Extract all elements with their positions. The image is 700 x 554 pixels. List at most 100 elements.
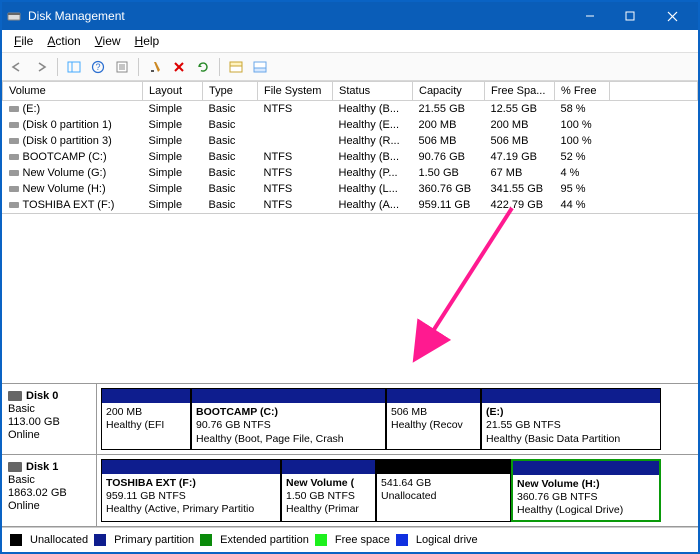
cell-volume: (Disk 0 partition 1) <box>3 117 143 133</box>
col-filesystem[interactable]: File System <box>258 82 333 101</box>
disk1-size: 1863.02 GB <box>8 487 90 499</box>
volume-icon <box>9 122 19 128</box>
partition-size: 959.11 GB NTFS <box>106 490 186 502</box>
col-layout[interactable]: Layout <box>143 82 203 101</box>
back-button[interactable] <box>6 57 28 77</box>
list-top-button[interactable] <box>225 57 247 77</box>
cell-layout: Simple <box>143 197 203 213</box>
disk-icon <box>8 391 22 401</box>
toolbar-separator <box>57 58 58 76</box>
partition-block[interactable]: BOOTCAMP (C:)90.76 GB NTFSHealthy (Boot,… <box>191 388 386 449</box>
volume-icon <box>9 170 19 176</box>
partition-status: Healthy (Boot, Page File, Crash <box>196 433 344 445</box>
partition-header <box>192 389 385 403</box>
cell-status: Healthy (B... <box>333 101 413 118</box>
partition-size: 90.76 GB NTFS <box>196 419 271 431</box>
menu-view[interactable]: View <box>89 32 127 50</box>
legend-free: Free space <box>335 534 390 546</box>
settings-button[interactable] <box>144 57 166 77</box>
volume-row[interactable]: New Volume (G:)SimpleBasicNTFSHealthy (P… <box>3 165 698 181</box>
disk0-label[interactable]: Disk 0 Basic 113.00 GB Online <box>2 384 97 453</box>
partition-block[interactable]: (E:)21.55 GB NTFSHealthy (Basic Data Par… <box>481 388 661 449</box>
partition-title: (E:) <box>486 406 504 418</box>
partition-status: Healthy (Active, Primary Partitio <box>106 503 254 515</box>
volume-row[interactable]: New Volume (H:)SimpleBasicNTFSHealthy (L… <box>3 181 698 197</box>
disk1-panel: Disk 1 Basic 1863.02 GB Online TOSHIBA E… <box>2 454 698 527</box>
show-hide-tree-button[interactable] <box>63 57 85 77</box>
cell-type: Basic <box>203 117 258 133</box>
swatch-primary <box>94 534 106 546</box>
cell-capacity: 506 MB <box>413 133 485 149</box>
partition-title: New Volume ( <box>286 477 354 489</box>
col-status[interactable]: Status <box>333 82 413 101</box>
partition-block[interactable]: 200 MBHealthy (EFI <box>101 388 191 449</box>
cell-volume: (E:) <box>3 101 143 118</box>
cell-fs <box>258 117 333 133</box>
partition-body: New Volume (H:)360.76 GB NTFSHealthy (Lo… <box>513 475 659 520</box>
disk1-kind: Basic <box>8 474 90 486</box>
cell-fs <box>258 133 333 149</box>
volume-row[interactable]: TOSHIBA EXT (F:)SimpleBasicNTFSHealthy (… <box>3 197 698 213</box>
volume-icon <box>9 106 19 112</box>
cell-type: Basic <box>203 181 258 197</box>
disk1-body: TOSHIBA EXT (F:)959.11 GB NTFSHealthy (A… <box>97 455 698 526</box>
partition-size: 1.50 GB NTFS <box>286 490 355 502</box>
col-volume[interactable]: Volume <box>3 82 143 101</box>
menu-help[interactable]: Help <box>129 32 166 50</box>
cell-layout: Simple <box>143 149 203 165</box>
cell-layout: Simple <box>143 181 203 197</box>
partition-header <box>513 461 659 475</box>
partition-body: (E:)21.55 GB NTFSHealthy (Basic Data Par… <box>482 403 660 448</box>
col-free[interactable]: Free Spa... <box>485 82 555 101</box>
cell-free: 200 MB <box>485 117 555 133</box>
menu-action[interactable]: Action <box>41 32 86 50</box>
partition-body: New Volume (1.50 GB NTFSHealthy (Primar <box>282 474 375 521</box>
partition-block[interactable]: TOSHIBA EXT (F:)959.11 GB NTFSHealthy (A… <box>101 459 281 522</box>
disk1-label[interactable]: Disk 1 Basic 1863.02 GB Online <box>2 455 97 526</box>
properties-button[interactable] <box>111 57 133 77</box>
help-button[interactable]: ? <box>87 57 109 77</box>
partition-block[interactable]: 541.64 GBUnallocated <box>376 459 511 522</box>
volume-row[interactable]: BOOTCAMP (C:)SimpleBasicNTFSHealthy (B..… <box>3 149 698 165</box>
list-bottom-button[interactable] <box>249 57 271 77</box>
volume-row[interactable]: (E:)SimpleBasicNTFSHealthy (B...21.55 GB… <box>3 101 698 118</box>
cell-volume: BOOTCAMP (C:) <box>3 149 143 165</box>
cell-volume: New Volume (H:) <box>3 181 143 197</box>
swatch-extended <box>200 534 212 546</box>
delete-button[interactable] <box>168 57 190 77</box>
swatch-free <box>315 534 327 546</box>
partition-size: 360.76 GB NTFS <box>517 491 598 503</box>
cell-status: Healthy (B... <box>333 149 413 165</box>
partition-body: BOOTCAMP (C:)90.76 GB NTFSHealthy (Boot,… <box>192 403 385 448</box>
cell-fs: NTFS <box>258 149 333 165</box>
cell-layout: Simple <box>143 133 203 149</box>
volume-row[interactable]: (Disk 0 partition 1)SimpleBasicHealthy (… <box>3 117 698 133</box>
partition-status: Healthy (Recov <box>391 419 463 431</box>
minimize-button[interactable] <box>570 3 610 29</box>
maximize-button[interactable] <box>610 3 650 29</box>
annotation-arrow <box>262 204 522 374</box>
cell-pctfree: 100 % <box>555 117 610 133</box>
col-type[interactable]: Type <box>203 82 258 101</box>
cell-capacity: 90.76 GB <box>413 149 485 165</box>
col-pctfree[interactable]: % Free <box>555 82 610 101</box>
volume-row[interactable]: (Disk 0 partition 3)SimpleBasicHealthy (… <box>3 133 698 149</box>
col-capacity[interactable]: Capacity <box>413 82 485 101</box>
partition-title: New Volume (H:) <box>517 478 600 490</box>
cell-type: Basic <box>203 101 258 118</box>
legend-unallocated: Unallocated <box>30 534 88 546</box>
disk1-name: Disk 1 <box>26 461 58 473</box>
partition-block[interactable]: 506 MBHealthy (Recov <box>386 388 481 449</box>
cell-pctfree: 58 % <box>555 101 610 118</box>
partition-block[interactable]: New Volume (H:)360.76 GB NTFSHealthy (Lo… <box>511 459 661 522</box>
refresh-button[interactable] <box>192 57 214 77</box>
forward-button[interactable] <box>30 57 52 77</box>
titlebar: Disk Management <box>2 2 698 30</box>
partition-status: Healthy (Basic Data Partition <box>486 433 620 445</box>
cell-layout: Simple <box>143 165 203 181</box>
swatch-logical <box>396 534 408 546</box>
partition-block[interactable]: New Volume (1.50 GB NTFSHealthy (Primar <box>281 459 376 522</box>
close-button[interactable] <box>650 3 694 29</box>
cell-status: Healthy (R... <box>333 133 413 149</box>
menu-file[interactable]: File <box>8 32 39 50</box>
